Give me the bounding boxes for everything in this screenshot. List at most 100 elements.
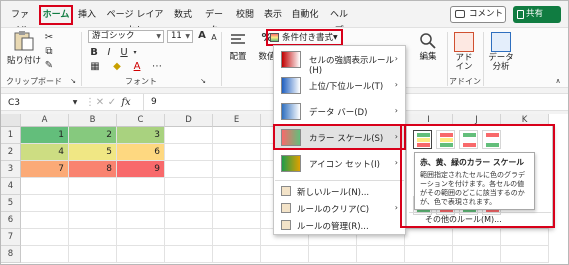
tab-help[interactable]: ヘルプ <box>327 7 351 36</box>
cancel-icon[interactable]: ✕ <box>95 97 105 109</box>
tab-automate[interactable]: 自動化 <box>291 7 319 23</box>
cell[interactable] <box>309 246 357 263</box>
cell[interactable] <box>261 246 309 263</box>
row-header[interactable]: 8 <box>1 246 21 263</box>
cell[interactable] <box>117 178 165 195</box>
cell[interactable] <box>21 178 69 195</box>
row-header[interactable]: 5 <box>1 195 21 212</box>
row-header[interactable]: 6 <box>1 212 21 229</box>
cell[interactable] <box>165 195 213 212</box>
format-painter-icon[interactable]: ✎ <box>43 60 55 72</box>
cell[interactable] <box>21 246 69 263</box>
copy-icon[interactable]: ⧉ <box>43 46 55 58</box>
shrink-font-icon[interactable]: A <box>209 32 219 44</box>
cell[interactable] <box>213 161 261 178</box>
font-name-combo[interactable]: 游ゴシック ▼ <box>88 30 164 43</box>
underline-dropdown-icon[interactable]: ▾ <box>131 47 139 59</box>
cell[interactable] <box>21 229 69 246</box>
formula-input[interactable]: 9 <box>151 97 157 107</box>
italic-button[interactable]: I <box>104 47 114 59</box>
cell[interactable] <box>501 229 549 246</box>
paste-button[interactable]: 貼り付け <box>7 30 41 70</box>
cell[interactable] <box>405 246 453 263</box>
cell[interactable] <box>69 229 117 246</box>
name-box[interactable]: C3 <box>5 96 77 110</box>
clipboard-launcher-icon[interactable]: ↘ <box>69 75 77 87</box>
menu-item[interactable]: 上位/下位ルール(T) › <box>275 74 404 98</box>
cell[interactable] <box>117 195 165 212</box>
tab-review[interactable]: 校閲 <box>235 7 255 23</box>
row-header[interactable]: 7 <box>1 229 21 246</box>
border-icon[interactable]: ▦ <box>89 61 101 73</box>
tab-view[interactable]: 表示 <box>263 7 283 23</box>
comment-button[interactable]: コメント <box>450 6 506 23</box>
cell[interactable] <box>69 178 117 195</box>
cell[interactable]: 3 <box>117 127 165 144</box>
cell[interactable] <box>453 246 501 263</box>
collapse-ribbon-icon[interactable]: ∧ <box>553 75 563 87</box>
cell[interactable] <box>165 161 213 178</box>
cell[interactable] <box>213 195 261 212</box>
fill-color-icon[interactable]: ◆ <box>111 61 123 73</box>
font-size-combo[interactable]: 11 ▼ <box>167 30 193 43</box>
cell[interactable] <box>117 212 165 229</box>
cell[interactable] <box>405 229 453 246</box>
tab-file[interactable]: ファイル <box>7 7 33 36</box>
tab-data[interactable]: データ <box>201 7 227 36</box>
row-header[interactable]: 1 <box>1 127 21 144</box>
cell[interactable]: 8 <box>69 161 117 178</box>
cell[interactable] <box>117 246 165 263</box>
column-header[interactable]: E <box>213 114 261 127</box>
bold-button[interactable]: B <box>89 47 99 59</box>
column-header[interactable]: D <box>165 114 213 127</box>
cell[interactable]: 9 <box>117 161 165 178</box>
cell[interactable] <box>213 127 261 144</box>
column-header[interactable]: A <box>21 114 69 127</box>
cell[interactable] <box>453 229 501 246</box>
insert-function-button[interactable]: fx <box>119 97 133 109</box>
cut-icon[interactable]: ✂ <box>43 32 55 44</box>
cell[interactable] <box>165 229 213 246</box>
menu-item[interactable]: ルールのクリア(C) › <box>275 200 404 216</box>
cell[interactable] <box>69 246 117 263</box>
menu-item[interactable]: 新しいルール(N)... <box>275 183 404 199</box>
menu-item[interactable]: ルールの管理(R)... <box>275 217 404 233</box>
share-button[interactable]: 共有 <box>513 6 561 23</box>
cell[interactable] <box>69 212 117 229</box>
cell[interactable]: 2 <box>69 127 117 144</box>
cell[interactable]: 1 <box>21 127 69 144</box>
cell[interactable] <box>213 144 261 161</box>
tab-page-layout[interactable]: ページ レイアウト <box>105 7 165 36</box>
cell[interactable] <box>501 246 549 263</box>
cell[interactable] <box>165 144 213 161</box>
column-header[interactable]: B <box>69 114 117 127</box>
cell[interactable] <box>21 212 69 229</box>
tab-insert[interactable]: 挿入 <box>77 7 97 23</box>
font-color-icon[interactable]: A <box>132 61 142 73</box>
cell[interactable]: 6 <box>117 144 165 161</box>
cell[interactable] <box>69 195 117 212</box>
cell[interactable] <box>213 246 261 263</box>
font-more-icon[interactable]: ⋯ <box>151 61 163 73</box>
menu-item[interactable]: セルの強調表示ルール(H) › <box>275 48 404 76</box>
column-header[interactable]: C <box>117 114 165 127</box>
row-header[interactable]: 3 <box>1 161 21 178</box>
name-box-dropdown-icon[interactable]: ▼ <box>71 97 79 109</box>
cell[interactable] <box>165 246 213 263</box>
add-ins-button[interactable]: アド イン <box>451 30 477 74</box>
select-all-corner[interactable] <box>1 114 21 127</box>
font-launcher-icon[interactable]: ↘ <box>199 75 207 87</box>
enter-icon[interactable]: ✓ <box>107 97 117 109</box>
underline-button[interactable]: U <box>119 47 129 59</box>
cell[interactable]: 7 <box>21 161 69 178</box>
cell[interactable] <box>165 178 213 195</box>
cell[interactable] <box>213 178 261 195</box>
menu-item[interactable]: データ バー(D) › <box>275 100 404 124</box>
more-rules-link[interactable]: その他のルール(M)... <box>425 214 502 225</box>
menu-item[interactable]: アイコン セット(I) › <box>275 152 404 176</box>
grow-font-icon[interactable]: A <box>197 30 207 42</box>
row-header[interactable]: 2 <box>1 144 21 161</box>
cell[interactable] <box>357 246 405 263</box>
cell[interactable] <box>117 229 165 246</box>
cell[interactable] <box>165 127 213 144</box>
